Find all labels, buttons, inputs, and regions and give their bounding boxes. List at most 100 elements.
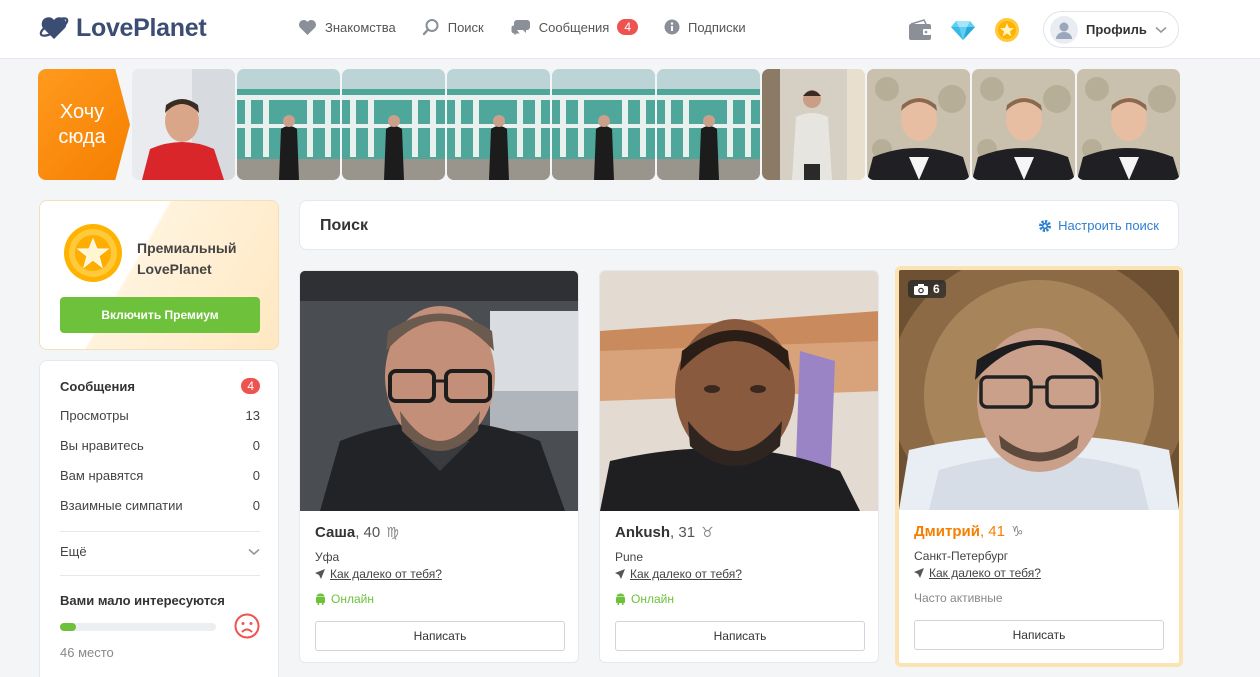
stat-you-like[interactable]: Вам нравятся 0 — [60, 468, 260, 483]
android-icon — [316, 593, 325, 605]
distance-link[interactable]: Как далеко от тебя? — [929, 566, 1041, 580]
profile-photo[interactable] — [600, 271, 878, 511]
photo-count: 6 — [933, 282, 940, 296]
photo-man-red-hoodie — [132, 69, 235, 180]
info-icon — [664, 19, 680, 35]
interest-progress-bar — [60, 623, 216, 631]
profile-photo[interactable]: 6 — [899, 270, 1179, 510]
more-toggle[interactable]: Ещё — [60, 544, 260, 559]
default-avatar-icon — [1056, 22, 1072, 39]
rank-label: 46 место — [60, 645, 260, 660]
nav-messages[interactable]: Сообщения 4 — [510, 18, 638, 36]
profile-city: Уфа — [315, 550, 340, 564]
search-header: Поиск Настроить поиск — [299, 200, 1179, 250]
online-status: Онлайн — [315, 592, 374, 606]
photo-count-badge: 6 — [908, 280, 946, 298]
profile-age: , 40 — [355, 524, 381, 541]
interest-title-text: Вами мало интересуются — [60, 593, 225, 608]
more-label: Ещё — [60, 544, 87, 559]
profile-name-line: Ankush, 31 ♉ — [615, 524, 714, 541]
photo-man-in-front-of-cathedral — [237, 69, 340, 180]
zodiac-capricorn-icon: ♑ — [1011, 523, 1024, 539]
strip-photo[interactable] — [552, 69, 655, 180]
profile-age: , 31 — [670, 524, 696, 541]
premium-title: Премиальный LovePlanet — [137, 238, 236, 280]
nav-dating-label: Знакомства — [325, 19, 396, 35]
photo-man-fur-hood — [899, 270, 1179, 510]
strip-photo[interactable] — [132, 69, 235, 180]
strip-photo[interactable] — [867, 69, 970, 180]
logo[interactable]: LovePlanet — [38, 12, 207, 44]
chat-icon — [510, 20, 530, 36]
premium-title-line1: Премиальный — [137, 240, 237, 256]
sad-face-icon — [234, 613, 260, 639]
write-message-button[interactable]: Написать — [615, 621, 865, 651]
profile-card[interactable]: Ankush, 31 ♉ Pune Как далеко от тебя? Он… — [599, 270, 879, 663]
profile-photo[interactable] — [300, 271, 578, 511]
configure-search-link[interactable]: Настроить поиск — [1038, 218, 1159, 233]
stat-label: Сообщения — [60, 378, 135, 394]
interest-progress-fill — [60, 623, 76, 631]
photo-man-in-front-of-cathedral — [342, 69, 445, 180]
stat-value: 0 — [252, 468, 260, 483]
stat-liked-you[interactable]: Вы нравитесь 0 — [60, 438, 260, 453]
distance-link[interactable]: Как далеко от тебя? — [630, 567, 742, 581]
nav-subscriptions[interactable]: Подписки — [664, 19, 746, 35]
stat-value: 0 — [252, 498, 260, 513]
strip-photo[interactable] — [972, 69, 1075, 180]
write-message-button[interactable]: Написать — [315, 621, 565, 651]
stat-label: Взаимные симпатии — [60, 498, 183, 513]
photo-man-in-front-of-cathedral — [447, 69, 550, 180]
write-message-button[interactable]: Написать — [914, 620, 1164, 650]
photo-man-smiling-suit — [972, 69, 1075, 180]
strip-photo[interactable] — [657, 69, 760, 180]
stat-messages[interactable]: Сообщения 4 — [60, 378, 260, 394]
nav-search-label: Поиск — [447, 19, 484, 35]
premium-badge — [53, 213, 133, 293]
strip-photo[interactable] — [1077, 69, 1180, 180]
star-coin-icon[interactable] — [994, 17, 1020, 43]
nav-search[interactable]: Поиск — [422, 18, 484, 36]
chevron-down-icon — [248, 548, 260, 555]
distance-row: Как далеко от тебя? — [615, 567, 742, 581]
strip-photo[interactable] — [237, 69, 340, 180]
nav-messages-label: Сообщения — [538, 19, 610, 35]
profile-card-highlighted[interactable]: 6 Дмитрий, 41 ♑ Санкт-Петербург Как дале… — [895, 266, 1183, 667]
profile-button[interactable]: Профиль — [1043, 11, 1179, 48]
profile-card[interactable]: Саша, 40 ♍ Уфа Как далеко от тебя? Онлай… — [299, 270, 579, 663]
premium-promo-card: Премиальный LovePlanet Включить Премиум — [39, 200, 279, 350]
want-here-button[interactable]: Хочу сюда — [38, 69, 130, 180]
strip-photo[interactable] — [342, 69, 445, 180]
photo-man-smiling-suit — [867, 69, 970, 180]
search-icon — [422, 19, 439, 36]
header-icons — [908, 17, 1020, 43]
enable-premium-button[interactable]: Включить Премиум — [60, 297, 260, 333]
configure-search-label: Настроить поиск — [1058, 218, 1159, 233]
diamond-icon[interactable] — [950, 19, 976, 41]
wallet-icon[interactable] — [908, 19, 932, 41]
gear-icon — [1039, 219, 1052, 232]
status-text: Онлайн — [331, 592, 374, 606]
profile-city: Санкт-Петербург — [914, 549, 1009, 563]
zodiac-virgo-icon: ♍ — [386, 524, 399, 540]
heart-icon — [299, 19, 316, 35]
stat-label: Просмотры — [60, 408, 129, 423]
page-title: Поиск — [320, 217, 369, 234]
activity-stats-card: Сообщения 4 Просмотры 13 Вы нравитесь 0 … — [39, 360, 279, 677]
status-text: Часто активные — [914, 591, 1003, 605]
photo-man-in-front-of-cathedral — [552, 69, 655, 180]
strip-photo[interactable] — [447, 69, 550, 180]
distance-row: Как далеко от тебя? — [914, 566, 1041, 580]
messages-count-badge: 4 — [617, 19, 638, 35]
divider — [60, 575, 260, 576]
nav-subscriptions-label: Подписки — [688, 19, 746, 35]
distance-link[interactable]: Как далеко от тебя? — [330, 567, 442, 581]
profile-name: Ankush — [615, 524, 671, 541]
strip-photo[interactable] — [762, 69, 865, 180]
stat-views[interactable]: Просмотры 13 — [60, 408, 260, 423]
location-arrow-icon — [615, 569, 625, 579]
nav-dating[interactable]: Знакомства — [298, 19, 396, 36]
stat-value: 13 — [245, 408, 260, 423]
zodiac-taurus-icon: ♉ — [701, 524, 714, 540]
stat-mutual[interactable]: Взаимные симпатии 0 — [60, 498, 260, 513]
